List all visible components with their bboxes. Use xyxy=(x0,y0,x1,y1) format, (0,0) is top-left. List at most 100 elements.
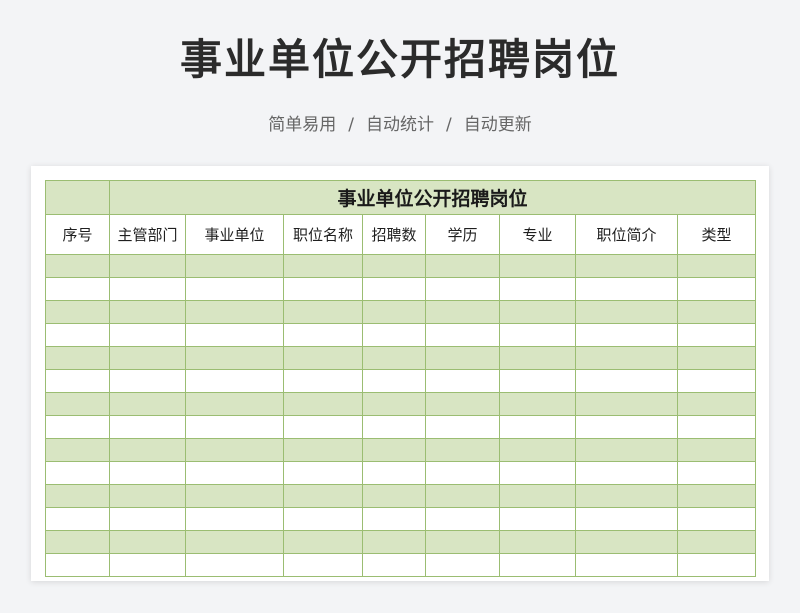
table-cell[interactable] xyxy=(283,392,363,416)
header-serial-number[interactable]: 序号 xyxy=(45,214,110,255)
table-cell[interactable] xyxy=(109,507,186,531)
table-cell[interactable] xyxy=(283,461,363,485)
table-cell[interactable] xyxy=(425,530,500,554)
table-cell[interactable] xyxy=(109,346,186,370)
table-cell[interactable] xyxy=(425,392,500,416)
table-cell[interactable] xyxy=(499,323,576,347)
table-cell[interactable] xyxy=(499,392,576,416)
table-cell[interactable] xyxy=(109,254,186,278)
table-cell[interactable] xyxy=(499,507,576,531)
table-cell[interactable] xyxy=(283,507,363,531)
table-cell[interactable] xyxy=(185,300,284,324)
table-cell[interactable] xyxy=(185,461,284,485)
table-cell[interactable] xyxy=(425,507,500,531)
table-cell[interactable] xyxy=(185,530,284,554)
table-cell[interactable] xyxy=(185,484,284,508)
table-cell[interactable] xyxy=(283,300,363,324)
table-cell[interactable] xyxy=(185,415,284,439)
table-cell[interactable] xyxy=(499,438,576,462)
table-cell[interactable] xyxy=(499,369,576,393)
table-title[interactable]: 事业单位公开招聘岗位 xyxy=(108,180,757,215)
table-cell[interactable] xyxy=(499,484,576,508)
table-cell[interactable] xyxy=(425,553,500,577)
table-cell[interactable] xyxy=(109,300,186,324)
table-cell[interactable] xyxy=(45,277,110,301)
table-cell[interactable] xyxy=(109,438,186,462)
table-cell[interactable] xyxy=(499,300,576,324)
header-major[interactable]: 专业 xyxy=(499,214,576,255)
table-cell[interactable] xyxy=(425,415,500,439)
table-cell[interactable] xyxy=(109,277,186,301)
table-cell[interactable] xyxy=(499,277,576,301)
table-cell[interactable] xyxy=(109,530,186,554)
table-cell[interactable] xyxy=(575,415,678,439)
table-cell[interactable] xyxy=(362,507,426,531)
table-cell[interactable] xyxy=(575,346,678,370)
table-cell[interactable] xyxy=(362,392,426,416)
table-cell[interactable] xyxy=(283,415,363,439)
table-cell[interactable] xyxy=(362,323,426,347)
table-cell[interactable] xyxy=(676,369,757,393)
table-cell[interactable] xyxy=(362,530,426,554)
table-cell[interactable] xyxy=(425,461,500,485)
table-cell[interactable] xyxy=(425,300,500,324)
table-cell[interactable] xyxy=(362,369,426,393)
table-cell[interactable] xyxy=(499,346,576,370)
table-cell[interactable] xyxy=(185,254,284,278)
table-cell[interactable] xyxy=(676,277,757,301)
table-cell[interactable] xyxy=(499,530,576,554)
table-cell[interactable] xyxy=(676,415,757,439)
table-cell[interactable] xyxy=(283,369,363,393)
table-cell[interactable] xyxy=(185,553,284,577)
table-cell[interactable] xyxy=(362,438,426,462)
table-cell[interactable] xyxy=(362,484,426,508)
table-cell[interactable] xyxy=(283,553,363,577)
table-cell[interactable] xyxy=(575,254,678,278)
table-cell[interactable] xyxy=(283,438,363,462)
table-cell[interactable] xyxy=(45,392,110,416)
table-cell[interactable] xyxy=(109,415,186,439)
table-cell[interactable] xyxy=(45,438,110,462)
table-cell[interactable] xyxy=(45,254,110,278)
table-cell[interactable] xyxy=(109,553,186,577)
table-cell[interactable] xyxy=(362,461,426,485)
table-cell[interactable] xyxy=(575,392,678,416)
table-cell[interactable] xyxy=(185,346,284,370)
table-cell[interactable] xyxy=(676,507,757,531)
table-cell[interactable] xyxy=(109,323,186,347)
table-cell[interactable] xyxy=(362,415,426,439)
table-cell[interactable] xyxy=(45,484,110,508)
table-cell[interactable] xyxy=(362,553,426,577)
table-cell[interactable] xyxy=(425,323,500,347)
table-cell[interactable] xyxy=(575,461,678,485)
table-cell[interactable] xyxy=(575,507,678,531)
table-cell[interactable] xyxy=(45,461,110,485)
table-cell[interactable] xyxy=(362,254,426,278)
table-cell[interactable] xyxy=(185,392,284,416)
table-cell[interactable] xyxy=(45,530,110,554)
table-cell[interactable] xyxy=(109,369,186,393)
table-cell[interactable] xyxy=(575,300,678,324)
table-cell[interactable] xyxy=(676,530,757,554)
table-cell[interactable] xyxy=(575,438,678,462)
table-cell[interactable] xyxy=(45,300,110,324)
table-cell[interactable] xyxy=(575,530,678,554)
table-cell[interactable] xyxy=(676,346,757,370)
table-cell[interactable] xyxy=(575,553,678,577)
table-cell[interactable] xyxy=(425,346,500,370)
table-cell[interactable] xyxy=(575,484,678,508)
table-cell[interactable] xyxy=(499,553,576,577)
table-cell[interactable] xyxy=(283,323,363,347)
table-cell[interactable] xyxy=(676,323,757,347)
header-institution[interactable]: 事业单位 xyxy=(185,214,284,255)
table-cell[interactable] xyxy=(283,277,363,301)
table-cell[interactable] xyxy=(45,346,110,370)
table-cell[interactable] xyxy=(676,392,757,416)
table-cell[interactable] xyxy=(283,484,363,508)
table-cell[interactable] xyxy=(499,254,576,278)
table-cell[interactable] xyxy=(185,507,284,531)
table-cell[interactable] xyxy=(109,484,186,508)
table-cell[interactable] xyxy=(425,254,500,278)
table-cell[interactable] xyxy=(45,415,110,439)
table-cell[interactable] xyxy=(185,438,284,462)
